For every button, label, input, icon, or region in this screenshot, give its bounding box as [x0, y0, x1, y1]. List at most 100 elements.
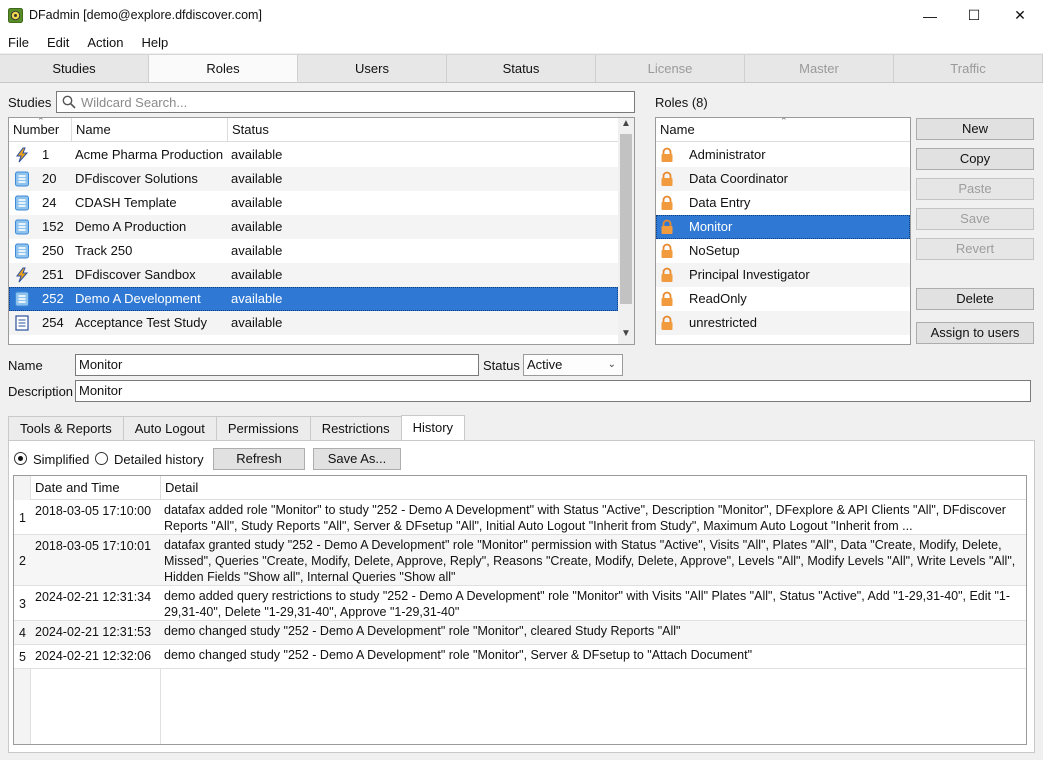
- lock-icon: [659, 267, 675, 283]
- role-row[interactable]: unrestricted: [656, 311, 910, 335]
- col-name-header[interactable]: Name: [72, 118, 228, 142]
- description-field[interactable]: Monitor: [75, 380, 1031, 402]
- role-name: Principal Investigator: [689, 267, 810, 282]
- doc-icon: [14, 315, 30, 331]
- tab-status[interactable]: Status: [447, 55, 596, 82]
- history-row[interactable]: 1 2018-03-05 17:10:00 datafax added role "…: [14, 500, 1026, 535]
- lock-icon: [659, 195, 675, 211]
- close-button[interactable]: ✕: [997, 0, 1043, 31]
- refresh-button[interactable]: Refresh: [213, 448, 305, 470]
- lightning-icon: [14, 267, 30, 283]
- role-detail-tabs: Tools & Reports Auto Logout Permissions …: [8, 415, 466, 440]
- assign-to-users-button[interactable]: Assign to users: [916, 322, 1034, 344]
- menu-action[interactable]: Action: [87, 35, 123, 50]
- menu-edit[interactable]: Edit: [47, 35, 69, 50]
- study-row[interactable]: 252 Demo A Development available: [9, 287, 618, 311]
- lock-icon: [659, 243, 675, 259]
- history-detail: demo added query restrictions to study "…: [164, 589, 1011, 619]
- main-tab-bar: Studies Roles Users Status License Maste…: [0, 54, 1043, 83]
- tab-studies[interactable]: Studies: [0, 55, 149, 82]
- maximize-button[interactable]: ☐: [951, 0, 997, 31]
- db-icon: [14, 243, 30, 259]
- study-number: 254: [42, 315, 64, 330]
- tab-restrictions[interactable]: Restrictions: [309, 416, 402, 440]
- role-row[interactable]: NoSetup: [656, 239, 910, 263]
- search-box[interactable]: [56, 91, 635, 113]
- lock-icon: [659, 315, 675, 331]
- detailed-history-radio[interactable]: [95, 452, 108, 465]
- roles-count-label: Roles (8): [655, 95, 708, 110]
- name-field[interactable]: Monitor: [75, 354, 479, 376]
- history-row[interactable]: 3 2024-02-21 12:31:34 demo added query res…: [14, 586, 1026, 621]
- history-row[interactable]: 4 2024-02-21 12:31:53 demo changed study "…: [14, 621, 1026, 645]
- tab-license: License: [596, 55, 745, 82]
- study-status: available: [231, 171, 283, 186]
- history-row[interactable]: 5 2024-02-21 12:32:06 demo changed study "…: [14, 645, 1026, 669]
- history-date: 2018-03-05 17:10:00: [35, 504, 152, 518]
- history-row-number: 4: [19, 626, 26, 640]
- save-button[interactable]: Save: [916, 208, 1034, 230]
- history-detail: datafax granted study "252 - Demo A Deve…: [164, 538, 1016, 584]
- col-detail-header[interactable]: Detail: [161, 476, 1026, 500]
- simplified-label[interactable]: Simplified: [33, 452, 89, 467]
- new-button[interactable]: New: [916, 118, 1034, 140]
- status-select[interactable]: Active ⌄: [523, 354, 623, 376]
- study-name: Acceptance Test Study: [75, 315, 208, 330]
- history-row-number: 5: [19, 650, 26, 664]
- tab-roles[interactable]: Roles: [149, 55, 298, 82]
- tab-permissions[interactable]: Permissions: [215, 416, 311, 440]
- col-status-header[interactable]: Status: [228, 118, 618, 142]
- history-table[interactable]: Date and Time Detail 1 2018-03-05 17:10:0…: [13, 475, 1027, 745]
- role-row[interactable]: Monitor: [656, 215, 910, 239]
- studies-list[interactable]: Number ⌃ Name Status 1 Acme Pharma Produc…: [8, 117, 635, 345]
- search-input[interactable]: [79, 93, 619, 111]
- role-name: unrestricted: [689, 315, 757, 330]
- save-as-button[interactable]: Save As...: [313, 448, 401, 470]
- delete-button[interactable]: Delete: [916, 288, 1034, 310]
- detailed-history-label[interactable]: Detailed history: [114, 452, 204, 467]
- app-logo-icon: [8, 8, 23, 23]
- description-label: Description: [8, 384, 74, 399]
- roles-list[interactable]: Name ⌃ Administrator Data Coordinator Data…: [655, 117, 911, 345]
- tab-auto-logout[interactable]: Auto Logout: [122, 416, 217, 440]
- sort-indicator-icon: ⌃: [780, 117, 788, 126]
- study-row[interactable]: 152 Demo A Production available: [9, 215, 618, 239]
- window-title: DFadmin [demo@explore.dfdiscover.com]: [29, 8, 262, 22]
- scroll-thumb[interactable]: [620, 134, 632, 304]
- study-row[interactable]: 20 DFdiscover Solutions available: [9, 167, 618, 191]
- history-detail: demo changed study "252 - Demo A Develop…: [164, 648, 753, 662]
- role-row[interactable]: Data Entry: [656, 191, 910, 215]
- revert-button[interactable]: Revert: [916, 238, 1034, 260]
- study-row[interactable]: 251 DFdiscover Sandbox available: [9, 263, 618, 287]
- studies-scrollbar[interactable]: ▲ ▼: [618, 118, 634, 344]
- study-row[interactable]: 250 Track 250 available: [9, 239, 618, 263]
- study-number: 1: [42, 147, 50, 162]
- history-row-number: 2: [19, 554, 26, 568]
- copy-button[interactable]: Copy: [916, 148, 1034, 170]
- minimize-button[interactable]: —: [907, 0, 953, 31]
- role-row[interactable]: ReadOnly: [656, 287, 910, 311]
- scroll-up-icon[interactable]: ▲: [621, 118, 631, 129]
- history-detail: datafax added role "Monitor" to study "2…: [164, 503, 1006, 533]
- study-row[interactable]: 1 Acme Pharma Production available: [9, 143, 618, 167]
- role-row[interactable]: Data Coordinator: [656, 167, 910, 191]
- study-row[interactable]: 24 CDASH Template available: [9, 191, 618, 215]
- menu-file[interactable]: File: [8, 35, 29, 50]
- menu-help[interactable]: Help: [142, 35, 169, 50]
- tab-users[interactable]: Users: [298, 55, 447, 82]
- study-row[interactable]: 254 Acceptance Test Study available: [9, 311, 618, 335]
- role-name: NoSetup: [689, 243, 740, 258]
- study-number: 152: [42, 219, 64, 234]
- role-row[interactable]: Administrator: [656, 143, 910, 167]
- db-icon: [14, 219, 30, 235]
- scroll-down-icon[interactable]: ▼: [621, 328, 631, 339]
- col-date-header[interactable]: Date and Time: [31, 476, 161, 500]
- history-row[interactable]: 2 2018-03-05 17:10:01 datafax granted stud…: [14, 535, 1026, 586]
- role-row[interactable]: Principal Investigator: [656, 263, 910, 287]
- tab-tools-reports[interactable]: Tools & Reports: [8, 416, 124, 440]
- tab-history[interactable]: History: [400, 415, 466, 440]
- lock-icon: [659, 171, 675, 187]
- study-status: available: [231, 291, 283, 306]
- simplified-radio[interactable]: [14, 452, 27, 465]
- paste-button[interactable]: Paste: [916, 178, 1034, 200]
